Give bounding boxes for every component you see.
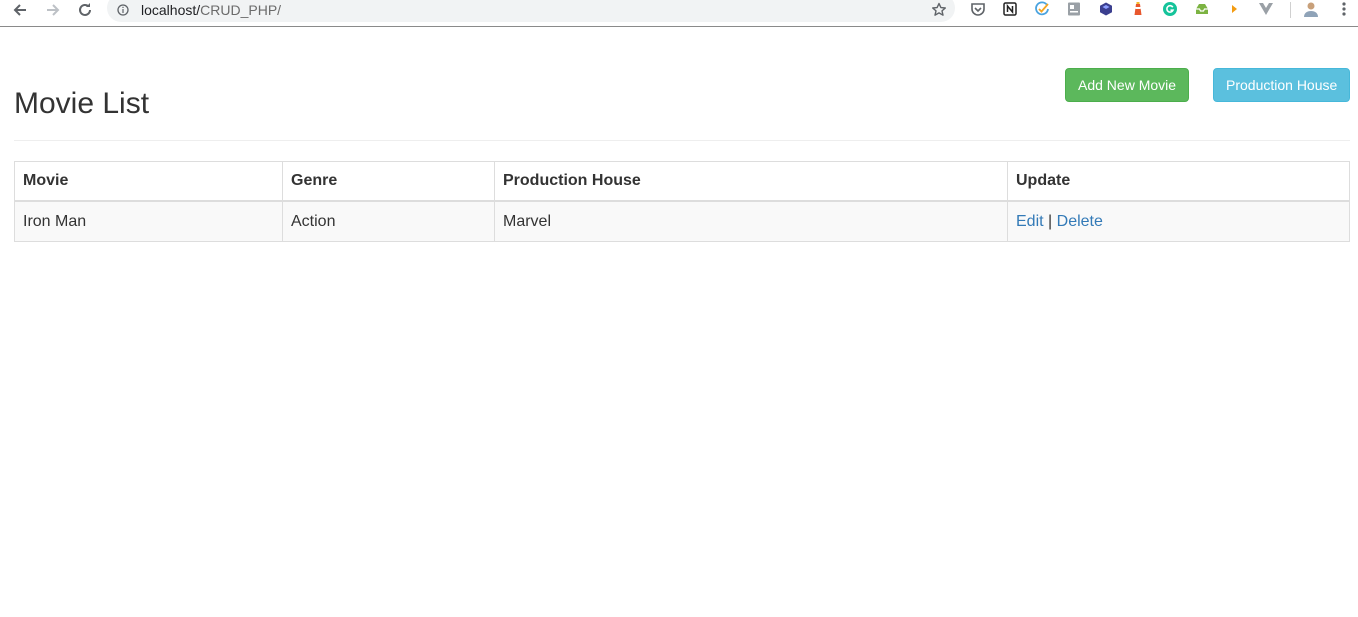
browser-toolbar: localhost/CRUD_PHP/ [0, 0, 1358, 27]
todoist-check-icon[interactable] [1034, 1, 1050, 17]
table-row: Iron Man Action Marvel Edit | Delete [14, 200, 1350, 242]
arrow-left-icon [13, 4, 26, 16]
notion-icon[interactable] [1002, 1, 1018, 17]
cell-movie: Iron Man [14, 200, 283, 242]
reload-icon [79, 3, 91, 16]
toolbar-separator [1290, 2, 1291, 18]
cube-extension-icon[interactable] [1098, 1, 1114, 17]
production-house-button[interactable]: Production House [1213, 68, 1350, 102]
reload-button[interactable] [74, 0, 96, 20]
cell-update: Edit | Delete [1007, 200, 1350, 242]
delete-link[interactable]: Delete [1057, 213, 1103, 230]
column-header-genre: Genre [282, 161, 495, 202]
movie-table: Movie Genre Production House Update Iron… [14, 161, 1350, 242]
cell-production-house: Marvel [494, 200, 1008, 242]
forward-button[interactable] [42, 0, 64, 20]
doc-extension-icon[interactable] [1066, 1, 1082, 17]
inbox-extension-icon[interactable] [1194, 1, 1210, 17]
url-text[interactable]: localhost/CRUD_PHP/ [141, 2, 281, 18]
page-title: Movie List [14, 87, 150, 120]
arrow-right-icon [47, 4, 60, 16]
link-separator: | [1048, 212, 1053, 230]
add-new-movie-button[interactable]: Add New Movie [1065, 68, 1189, 102]
profile-avatar-icon[interactable] [1302, 0, 1320, 18]
arrow-extension-icon[interactable] [1226, 1, 1242, 17]
url-path: CRUD_PHP/ [200, 2, 282, 18]
address-bar[interactable]: localhost/CRUD_PHP/ [107, 0, 955, 22]
url-host: localhost/ [141, 2, 201, 18]
edit-link[interactable]: Edit [1016, 213, 1044, 230]
column-header-update: Update [1007, 161, 1350, 202]
column-header-production-house: Production House [494, 161, 1008, 202]
pocket-icon[interactable] [970, 1, 986, 17]
vue-devtools-icon[interactable] [1258, 1, 1274, 17]
bookmark-star-icon[interactable] [931, 2, 947, 18]
page-header: Movie List Add New Movie Production Hous… [14, 60, 1350, 141]
kebab-menu-icon[interactable] [1336, 1, 1352, 17]
lighthouse-icon[interactable] [1130, 1, 1146, 17]
cell-genre: Action [282, 200, 495, 242]
back-button[interactable] [9, 0, 31, 20]
column-header-movie: Movie [14, 161, 283, 202]
info-icon[interactable] [117, 4, 129, 16]
table-header-row: Movie Genre Production House Update [14, 161, 1350, 202]
grammarly-icon[interactable] [1162, 1, 1178, 17]
